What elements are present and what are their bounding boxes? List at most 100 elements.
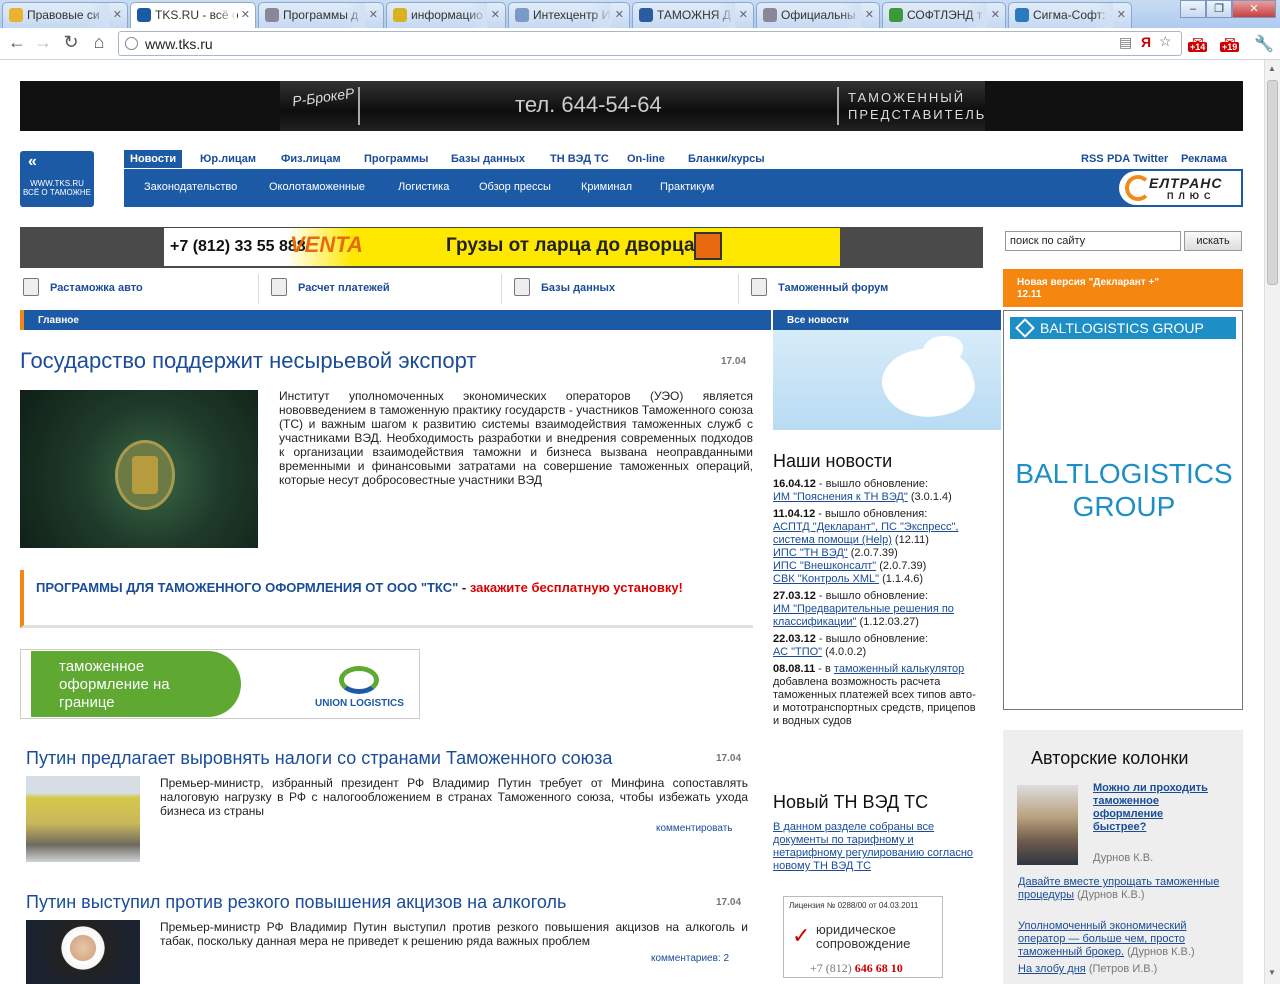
vertical-scrollbar[interactable]: ▲ ▼ <box>1264 60 1280 984</box>
subnav-law[interactable]: Законодательство <box>144 181 237 193</box>
nav-individuals[interactable]: Физ.лицам <box>281 153 341 165</box>
main-nav: Новости Юр.лицам Физ.лицам Программы Баз… <box>124 150 1243 170</box>
subnav-practice[interactable]: Практикум <box>660 181 714 193</box>
nav-tnved[interactable]: ТН ВЭД ТС <box>550 153 609 165</box>
subnav-crime[interactable]: Криминал <box>581 181 632 193</box>
yandex-icon[interactable]: Я <box>1141 34 1151 50</box>
section-main: Главное <box>20 310 771 330</box>
close-icon[interactable]: ✕ <box>615 8 624 21</box>
subnav-press[interactable]: Обзор прессы <box>479 181 551 193</box>
update-link[interactable]: ИМ "Пояснения к ТН ВЭД" <box>773 491 908 503</box>
close-icon[interactable]: ✕ <box>369 8 378 21</box>
browser-tab[interactable]: Программы д ✕ <box>258 2 384 28</box>
new-tnved-link[interactable]: В данном разделе собраны все документы п… <box>773 821 973 873</box>
eltrans-logo[interactable]: ЕЛТРАНС ПЛЮС <box>1119 171 1241 205</box>
venta-banner-ad[interactable]: +7 (812) 33 55 888 VENTA Грузы от ларца … <box>20 227 983 268</box>
search-button[interactable]: искать <box>1184 231 1242 251</box>
author-photo[interactable] <box>1017 785 1078 865</box>
update-link[interactable]: ИПС "ТН ВЭД" <box>773 547 848 559</box>
web-page: Р-БрокеР тел. 644-54-64 ТАМОЖЕННЫЙ ПРЕДСТ… <box>0 60 1264 984</box>
new-tnved-title: Новый ТН ВЭД ТС <box>773 792 929 812</box>
union-logo-text: UNION LOGISTICS <box>315 698 404 709</box>
news-title[interactable]: Путин предлагает выровнять налоги со стр… <box>26 748 612 769</box>
author-article-link[interactable]: На злобу дня <box>1018 963 1086 975</box>
quick-link-payments[interactable]: Расчет платежей <box>271 278 390 296</box>
lead-headline[interactable]: Государство поддержит несырьевой экспорт <box>20 348 476 374</box>
browser-tab[interactable]: СОФТЛЭНД т ✕ <box>882 2 1006 28</box>
browser-tab[interactable]: Сигма-Софт: ✕ <box>1008 2 1132 28</box>
nav-ads[interactable]: Реклама <box>1181 153 1227 165</box>
maximize-button[interactable]: ❐ <box>1206 0 1232 18</box>
subnav-logistics[interactable]: Логистика <box>398 181 449 193</box>
minimize-button[interactable]: – <box>1180 0 1206 18</box>
close-icon[interactable]: ✕ <box>241 8 250 21</box>
nav-forms[interactable]: Бланки/курсы <box>688 153 765 165</box>
address-bar[interactable]: www.tks.ru ▤ Я ☆ <box>118 31 1182 56</box>
update-link[interactable]: АС "ТПО" <box>773 646 822 658</box>
scroll-down-icon[interactable]: ▼ <box>1268 968 1276 977</box>
news-title[interactable]: Путин выступил против резкого повышения … <box>26 892 566 913</box>
nav-databases[interactable]: Базы данных <box>451 153 525 165</box>
europe-map-image[interactable] <box>773 330 1001 430</box>
scroll-thumb[interactable] <box>1267 80 1278 285</box>
news-image-truck[interactable] <box>26 776 140 862</box>
calculator-link[interactable]: таможенный калькулятор <box>834 663 964 675</box>
top-banner-ad[interactable]: Р-БрокеР тел. 644-54-64 ТАМОЖЕННЫЙ ПРЕДСТ… <box>20 81 1243 131</box>
scroll-up-icon[interactable]: ▲ <box>1268 64 1276 73</box>
baltlogistics-banner[interactable]: BALTLOGISTICS GROUP BALTLOGISTICS GROUP <box>1003 310 1243 710</box>
site-search-input[interactable] <box>1005 231 1181 251</box>
close-icon[interactable]: ✕ <box>1117 8 1126 21</box>
section-all-news[interactable]: Все новости <box>773 310 1001 330</box>
nav-rss[interactable]: RSS <box>1081 153 1104 165</box>
browser-tab[interactable]: Интехцентр И ✕ <box>508 2 630 28</box>
star-icon[interactable]: ☆ <box>1159 33 1172 50</box>
our-news-entry: 22.03.12 - вышло обновление: АС "ТПО" (4… <box>773 633 929 658</box>
close-icon[interactable]: ✕ <box>739 8 748 21</box>
venta-logo: VENTA <box>290 232 363 257</box>
close-icon[interactable]: ✕ <box>491 8 500 21</box>
subnav-related[interactable]: Околотаможенные <box>269 181 365 193</box>
lead-date: 17.04 <box>721 356 747 367</box>
site-logo[interactable]: « WWW.TKS.RU ВСЁ О ТАМОЖНЕ <box>20 151 94 207</box>
document-icon[interactable]: ▤ <box>1119 34 1132 51</box>
update-link[interactable]: СВК "Контроль XML" <box>773 573 879 585</box>
close-icon[interactable]: ✕ <box>865 8 874 21</box>
comment-link[interactable]: комментариев: 2 <box>651 953 729 964</box>
browser-tab[interactable]: Правовые си ✕ <box>2 2 128 28</box>
quick-link-car-customs[interactable]: Растаможка авто <box>23 278 143 296</box>
nav-legal[interactable]: Юр.лицам <box>200 153 256 165</box>
browser-tab[interactable]: Официальны ✕ <box>756 2 880 28</box>
browser-tab[interactable]: ТАМОЖНЯ Д ✕ <box>632 2 754 28</box>
close-window-button[interactable]: ✕ <box>1232 0 1276 18</box>
comment-link[interactable]: комментировать <box>656 823 733 834</box>
close-icon[interactable]: ✕ <box>113 8 122 21</box>
nav-twitter[interactable]: Twitter <box>1133 153 1168 165</box>
sub-nav: Законодательство Околотаможенные Логисти… <box>124 169 1243 207</box>
browser-tab[interactable]: информацио ✕ <box>386 2 506 28</box>
promo-block: ПРОГРАММЫ ДЛЯ ТАМОЖЕННОГО ОФОРМЛЕНИЯ ОТ … <box>20 570 753 628</box>
browser-tab-active[interactable]: TKS.RU - всё о ✕ <box>130 2 256 29</box>
reload-icon[interactable]: ↻ <box>60 32 82 53</box>
close-icon[interactable]: ✕ <box>991 8 1000 21</box>
update-link[interactable]: ИПС "Внешконсалт" <box>773 560 876 572</box>
quick-link-forum[interactable]: Таможенный форум <box>751 278 888 296</box>
nav-news[interactable]: Новости <box>124 150 183 168</box>
author-featured-link[interactable]: Можно ли проходить таможенное оформление… <box>1093 782 1213 834</box>
promo-install-link[interactable]: закажите бесплатную установку! <box>470 580 683 595</box>
declarant-link[interactable]: Декларант + <box>1093 277 1154 288</box>
license-banner[interactable]: Лицензия № 0288/00 от 04.03.2011 ✓ юриди… <box>783 896 943 978</box>
wrench-icon[interactable]: 🔧 <box>1254 34 1274 54</box>
quick-link-databases[interactable]: Базы данных <box>514 278 615 296</box>
back-icon[interactable]: ← <box>6 32 28 53</box>
nav-online[interactable]: On-line <box>627 153 665 165</box>
home-icon[interactable]: ⌂ <box>88 32 110 53</box>
news-image-portrait[interactable] <box>26 920 140 984</box>
nav-programs[interactable]: Программы <box>364 153 428 165</box>
nav-pda[interactable]: PDA <box>1107 153 1130 165</box>
favicon-icon <box>393 8 407 22</box>
update-link[interactable]: АСПТД "Декларант", ПС "Экспресс", систем… <box>773 521 958 546</box>
union-logistics-banner[interactable]: таможенное оформление на границе UNION L… <box>20 649 420 719</box>
forward-icon[interactable]: → <box>32 32 54 53</box>
promo-programs-link[interactable]: ПРОГРАММЫ ДЛЯ ТАМОЖЕННОГО ОФОРМЛЕНИЯ ОТ … <box>36 580 458 595</box>
lead-image[interactable] <box>20 390 258 548</box>
